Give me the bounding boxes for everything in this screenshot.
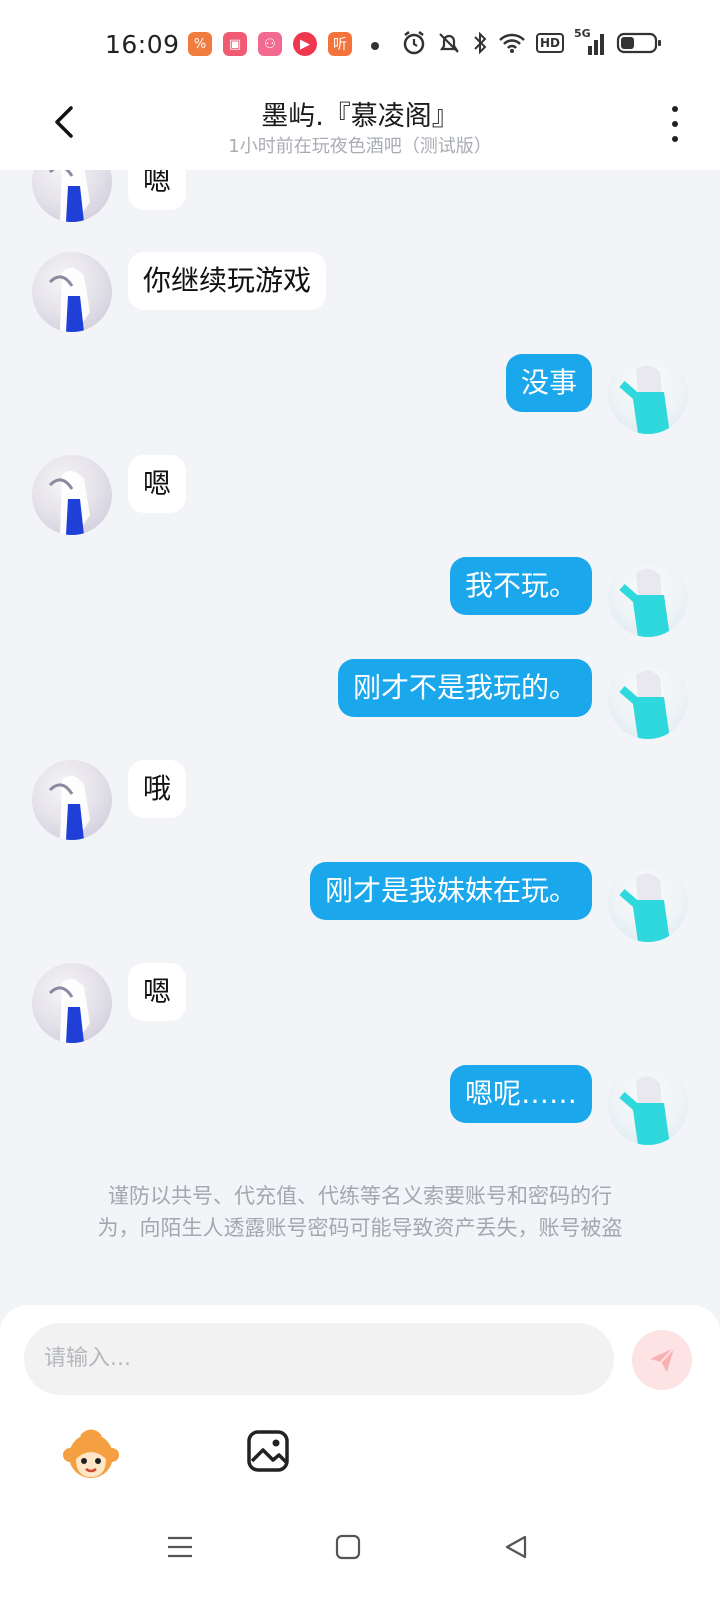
- more-dot-icon: [672, 106, 678, 112]
- chat-subtitle: 1小时前在玩夜色酒吧（测试版）: [228, 136, 492, 157]
- my-message-bubble[interactable]: 我不玩。: [449, 557, 592, 615]
- send-icon: [650, 1347, 675, 1372]
- contact-avatar[interactable]: [32, 170, 112, 222]
- network-type-label: 5G: [574, 27, 591, 40]
- message-bubble[interactable]: 嗯: [128, 455, 187, 513]
- message-input[interactable]: 请输入...: [24, 1323, 614, 1395]
- my-avatar[interactable]: [608, 557, 688, 637]
- contact-avatar[interactable]: [32, 760, 112, 840]
- app-play-icon: ▶: [293, 32, 317, 56]
- status-time: 16:09: [105, 30, 180, 59]
- my-message-bubble[interactable]: 嗯呢……: [449, 1065, 592, 1123]
- image-icon: [247, 1430, 289, 1472]
- my-message-bubble[interactable]: 没事: [505, 354, 592, 412]
- chat-title: 墨屿.『慕凌阁』: [261, 101, 459, 132]
- home-square-icon: [335, 1534, 361, 1560]
- menu-icon: [168, 1536, 192, 1558]
- back-nav-button[interactable]: [496, 1527, 536, 1567]
- message-bubble[interactable]: 嗯: [128, 963, 187, 1021]
- home-nav-button[interactable]: [328, 1527, 368, 1567]
- notification-app-icons: % ▣ ⚇ ▶ 听: [188, 32, 352, 56]
- message-bubble[interactable]: 嗯: [128, 170, 187, 210]
- security-warning: 谨防以共号、代充值、代练等名义索要账号和密码的行 为，向陌生人透露账号密码可能导…: [40, 1180, 680, 1244]
- mute-bell-icon: [439, 33, 459, 53]
- app-social-icon: ⚇: [258, 32, 282, 56]
- bluetooth-icon: [474, 31, 487, 55]
- my-avatar[interactable]: [608, 1065, 688, 1145]
- alarm-icon: [403, 31, 425, 55]
- monkey-face-icon: [63, 1429, 119, 1478]
- status-bar: 16:09 % ▣ ⚇ ▶ 听 HD 5G: [0, 0, 720, 88]
- wifi-icon: [499, 33, 525, 53]
- my-avatar[interactable]: [608, 659, 688, 739]
- battery-icon: [616, 32, 662, 54]
- warning-line: 谨防以共号、代充值、代练等名义索要账号和密码的行: [108, 1184, 612, 1208]
- more-dot-icon: [672, 136, 678, 142]
- contact-avatar[interactable]: [32, 252, 112, 332]
- my-avatar[interactable]: [608, 354, 688, 434]
- more-options-button[interactable]: [660, 104, 690, 144]
- contact-avatar[interactable]: [32, 963, 112, 1043]
- message-list[interactable]: 嗯 你继续玩游戏 没事 嗯 我不玩。 刚才不是我玩的。 哦 刚才是我妹妹在玩。 …: [0, 170, 720, 1300]
- status-dot-icon: [371, 42, 379, 50]
- menu-nav-button[interactable]: [160, 1527, 200, 1567]
- app-video-icon: ▣: [223, 32, 247, 56]
- hd-icon: HD: [536, 33, 565, 53]
- chat-screen: 16:09 % ▣ ⚇ ▶ 听 HD 5G 墨屿.『慕凌阁』 1小时前在玩夜色酒…: [0, 0, 720, 1600]
- image-button[interactable]: [246, 1429, 294, 1477]
- send-button[interactable]: [632, 1330, 692, 1390]
- signal-icon: 5G: [574, 27, 606, 55]
- contact-avatar[interactable]: [32, 455, 112, 535]
- sticker-button[interactable]: [62, 1425, 120, 1483]
- more-dot-icon: [672, 121, 678, 127]
- back-triangle-icon: [505, 1535, 527, 1559]
- message-bubble[interactable]: 哦: [128, 760, 187, 818]
- my-message-bubble[interactable]: 刚才是我妹妹在玩。: [309, 862, 592, 920]
- app-notification-icon: %: [188, 32, 212, 56]
- my-message-bubble[interactable]: 刚才不是我玩的。: [337, 659, 592, 717]
- app-listen-icon: 听: [328, 32, 352, 56]
- system-status-icons: HD 5G: [402, 27, 662, 56]
- my-avatar[interactable]: [608, 862, 688, 942]
- chat-header: 墨屿.『慕凌阁』 1小时前在玩夜色酒吧（测试版）: [0, 88, 720, 170]
- warning-line: 为，向陌生人透露账号密码可能导致资产丢失，账号被盗: [97, 1216, 623, 1240]
- system-navigation-bar: [0, 1515, 720, 1600]
- message-bubble[interactable]: 你继续玩游戏: [128, 252, 327, 310]
